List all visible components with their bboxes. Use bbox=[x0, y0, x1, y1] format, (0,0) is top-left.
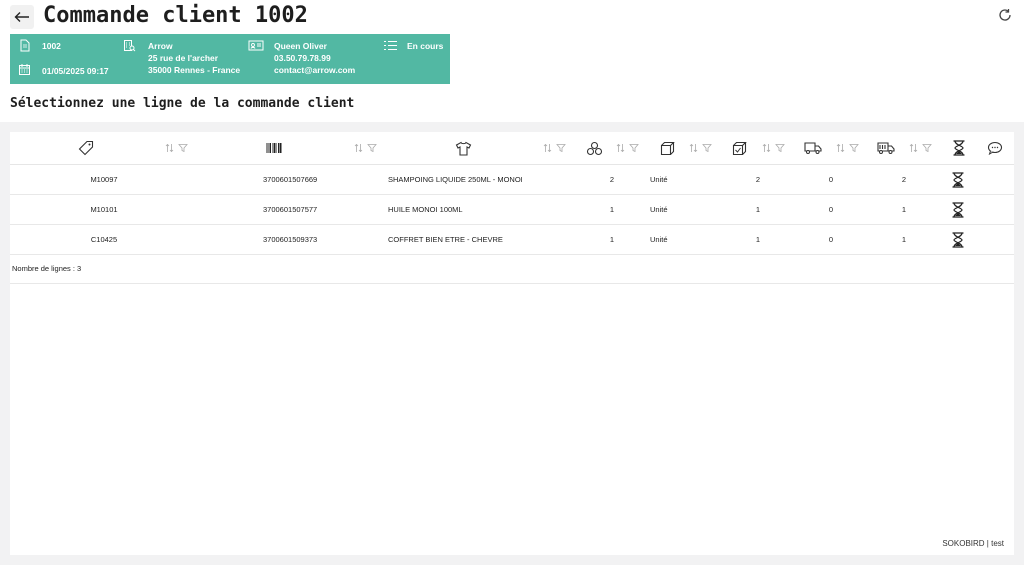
sort-icon[interactable] bbox=[689, 143, 698, 153]
cell-unit: Unité bbox=[650, 205, 668, 214]
contact-phone: 03.50.79.78.99 bbox=[274, 53, 331, 63]
order-datetime: 01/05/2025 09:17 bbox=[42, 66, 109, 76]
column-header-comment[interactable] bbox=[986, 140, 1004, 156]
comment-icon bbox=[987, 141, 1003, 155]
cell-qty-ordered: 2 bbox=[609, 175, 615, 184]
delivery-truck-loaded-icon bbox=[877, 142, 895, 154]
sort-icon[interactable] bbox=[616, 143, 625, 153]
cell-qty-shipped: 0 bbox=[828, 205, 834, 214]
column-header-ean[interactable] bbox=[265, 140, 283, 156]
customer-name: Arrow bbox=[148, 41, 173, 51]
cell-reference: M10097 bbox=[90, 175, 118, 184]
cell-ean: 3700601509373 bbox=[263, 235, 318, 244]
document-icon bbox=[20, 39, 30, 52]
sort-icon[interactable] bbox=[543, 143, 552, 153]
instruction-subtitle: Sélectionnez une ligne de la commande cl… bbox=[10, 96, 355, 111]
cell-qty-remaining: 1 bbox=[901, 205, 907, 214]
cell-ean: 3700601507669 bbox=[263, 175, 318, 184]
package-check-icon bbox=[732, 141, 747, 155]
calendar-icon bbox=[19, 64, 30, 75]
address-line1: 25 rue de l'archer bbox=[148, 53, 219, 63]
cell-ean: 3700601507577 bbox=[263, 205, 318, 214]
cell-qty-shipped: 0 bbox=[828, 235, 834, 244]
filter-icon[interactable] bbox=[556, 143, 566, 153]
cell-designation: COFFRET BIEN ETRE - CHEVRE bbox=[388, 235, 503, 244]
delivery-truck-icon bbox=[804, 142, 822, 154]
cell-qty-prepared: 1 bbox=[755, 205, 761, 214]
cell-qty-prepared: 2 bbox=[755, 175, 761, 184]
cell-qty-remaining: 1 bbox=[901, 235, 907, 244]
filter-icon[interactable] bbox=[849, 143, 859, 153]
cell-designation: SHAMPOING LIQUIDE 250ML - MONOI bbox=[388, 175, 523, 184]
cell-qty-ordered: 1 bbox=[609, 235, 615, 244]
arrow-left-icon bbox=[14, 12, 29, 22]
page-title: Commande client 1002 bbox=[43, 3, 308, 28]
table-row[interactable]: M10101 3700601507577 HUILE MONOI 100ML 1… bbox=[10, 195, 1014, 225]
refresh-button[interactable] bbox=[997, 7, 1013, 23]
sort-icon[interactable] bbox=[354, 143, 363, 153]
cell-qty-ordered: 1 bbox=[609, 205, 615, 214]
filter-icon[interactable] bbox=[702, 143, 712, 153]
boxes-icon bbox=[586, 141, 602, 155]
table-row[interactable]: M10097 3700601507669 SHAMPOING LIQUIDE 2… bbox=[10, 165, 1014, 195]
column-header-status[interactable] bbox=[950, 140, 968, 156]
building-search-icon bbox=[124, 40, 136, 52]
order-number: 1002 bbox=[42, 41, 61, 51]
address-line2: 35000 Rennes - France bbox=[148, 65, 241, 75]
filter-icon[interactable] bbox=[922, 143, 932, 153]
tag-icon bbox=[78, 140, 94, 156]
order-status: En cours bbox=[407, 41, 444, 51]
sort-icon[interactable] bbox=[909, 143, 918, 153]
filter-icon[interactable] bbox=[367, 143, 377, 153]
column-header-unit[interactable] bbox=[659, 140, 677, 156]
footer-app-info: SOKOBIRD | test bbox=[942, 539, 1004, 548]
contact-email: contact@arrow.com bbox=[274, 65, 356, 75]
column-header-prepared[interactable] bbox=[731, 140, 749, 156]
list-status-icon bbox=[384, 41, 397, 50]
cell-reference: M10101 bbox=[90, 205, 118, 214]
order-lines-panel: M10097 3700601507669 SHAMPOING LIQUIDE 2… bbox=[10, 132, 1014, 555]
shirt-icon bbox=[455, 141, 471, 156]
package-icon bbox=[660, 141, 675, 155]
sort-icon[interactable] bbox=[165, 143, 174, 153]
back-button[interactable] bbox=[10, 5, 34, 29]
filter-icon[interactable] bbox=[629, 143, 639, 153]
hourglass-icon bbox=[952, 232, 964, 248]
table-header bbox=[10, 132, 1014, 165]
row-count: Nombre de lignes : 3 bbox=[12, 264, 82, 273]
column-header-shipped[interactable] bbox=[804, 140, 822, 156]
cell-designation: HUILE MONOI 100ML bbox=[388, 205, 463, 214]
filter-icon[interactable] bbox=[178, 143, 188, 153]
cell-unit: Unité bbox=[650, 175, 668, 184]
cell-reference: C10425 bbox=[90, 235, 118, 244]
column-header-designation[interactable] bbox=[454, 140, 472, 156]
divider bbox=[10, 283, 1014, 284]
cell-unit: Unité bbox=[650, 235, 668, 244]
sort-icon[interactable] bbox=[762, 143, 771, 153]
hourglass-icon bbox=[952, 172, 964, 188]
barcode-icon bbox=[266, 143, 282, 153]
sort-icon[interactable] bbox=[836, 143, 845, 153]
hourglass-icon bbox=[952, 202, 964, 218]
contact-name: Queen Oliver bbox=[274, 41, 327, 51]
contact-card-icon bbox=[248, 40, 264, 51]
column-header-quantity[interactable] bbox=[585, 140, 603, 156]
cell-qty-prepared: 1 bbox=[755, 235, 761, 244]
column-header-remaining[interactable] bbox=[877, 140, 895, 156]
cell-qty-shipped: 0 bbox=[828, 175, 834, 184]
order-summary-card: 1002 01/05/2025 09:17 Arrow 25 rue de l'… bbox=[10, 34, 450, 84]
column-header-reference[interactable] bbox=[77, 140, 95, 156]
filter-icon[interactable] bbox=[775, 143, 785, 153]
cell-qty-remaining: 2 bbox=[901, 175, 907, 184]
table-row[interactable]: C10425 3700601509373 COFFRET BIEN ETRE -… bbox=[10, 225, 1014, 255]
refresh-icon bbox=[999, 9, 1011, 21]
hourglass-icon bbox=[953, 140, 965, 156]
